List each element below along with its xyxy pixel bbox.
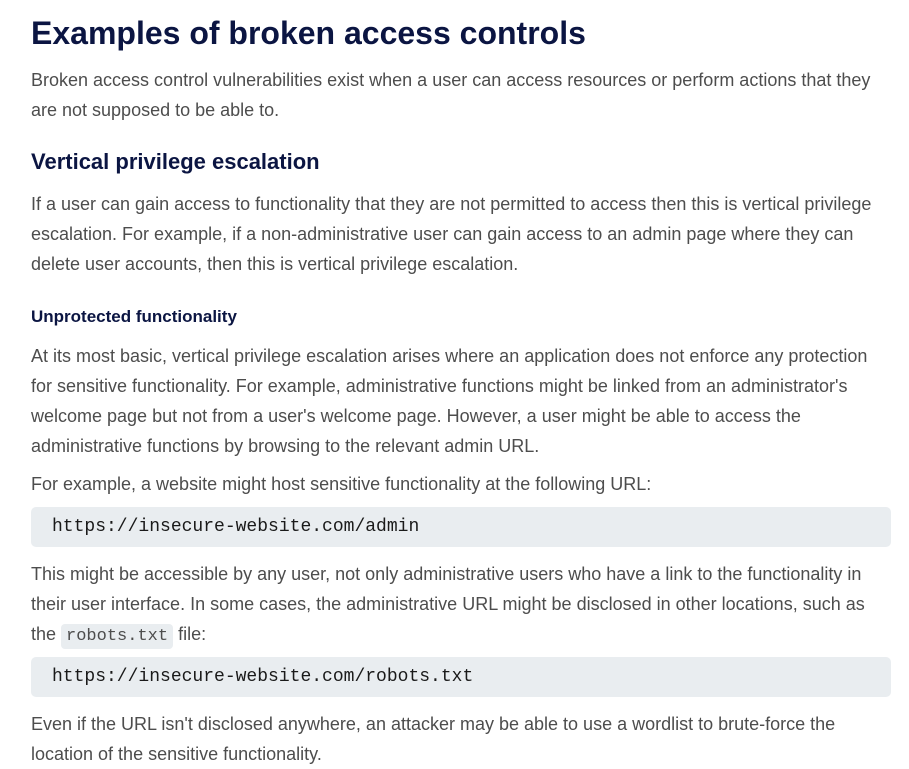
unprotected-functionality-heading: Unprotected functionality xyxy=(31,307,237,326)
unprotected-paragraph-2: For example, a website might host sensit… xyxy=(31,474,652,494)
intro-paragraph: Broken access control vulnerabilities ex… xyxy=(31,70,871,120)
unprotected-paragraph-1: At its most basic, vertical privilege es… xyxy=(31,346,868,456)
vertical-escalation-heading: Vertical privilege escalation xyxy=(31,149,320,174)
code-block-admin-url[interactable]: https://insecure-website.com/admin xyxy=(31,507,891,547)
unprotected-paragraph-3: This might be accessible by any user, no… xyxy=(31,559,891,652)
paragraph-3-text-after: file: xyxy=(173,624,207,644)
vertical-escalation-paragraph: If a user can gain access to functionali… xyxy=(31,194,872,274)
inline-code-robots-txt: robots.txt xyxy=(61,624,174,649)
unprotected-paragraph-4: Even if the URL isn't disclosed anywhere… xyxy=(31,714,836,764)
page-title: Examples of broken access controls xyxy=(31,15,586,51)
code-block-robots-url[interactable]: https://insecure-website.com/robots.txt xyxy=(31,657,891,697)
